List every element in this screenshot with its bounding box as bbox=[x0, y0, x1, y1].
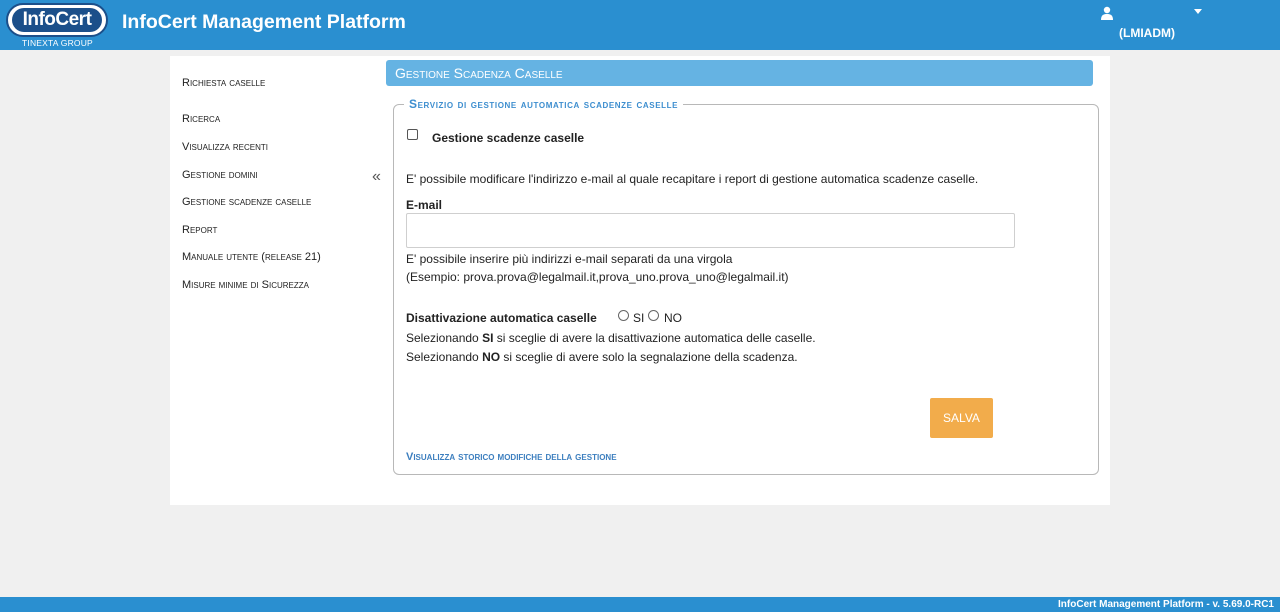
email-label: E-mail bbox=[406, 198, 443, 212]
sidebar-item-report[interactable]: Report bbox=[182, 224, 217, 236]
radio-no-label[interactable]: NO bbox=[664, 311, 682, 325]
gestione-scadenze-checkbox[interactable] bbox=[407, 129, 418, 140]
sidebar-item-misure-sicurezza[interactable]: Misure minime di Sicurezza bbox=[182, 279, 309, 291]
note-no: Selezionando NO si sceglie di avere solo… bbox=[406, 350, 798, 364]
page-title: Gestione Scadenza Caselle bbox=[386, 60, 1093, 86]
note-si: Selezionando SI si sceglie di avere la d… bbox=[406, 331, 816, 345]
content-card: Richiesta caselle Ricerca Visualizza rec… bbox=[170, 56, 1110, 505]
radio-no[interactable] bbox=[648, 310, 659, 321]
user-icon bbox=[1101, 6, 1113, 20]
email-input[interactable] bbox=[406, 213, 1015, 248]
section-legend: Servizio di gestione automatica scadenze… bbox=[404, 97, 684, 111]
logo-badge: InfoCert bbox=[6, 3, 108, 37]
footer-version: InfoCert Management Platform - v. 5.69.0… bbox=[1058, 599, 1274, 610]
logo-subtitle: TINEXTA GROUP bbox=[22, 38, 93, 48]
checkbox-label[interactable]: Gestione scadenze caselle bbox=[432, 131, 584, 145]
email-hint-example: (Esempio: prova.prova@legalmail.it,prova… bbox=[406, 270, 789, 284]
radio-si[interactable] bbox=[618, 310, 629, 321]
sidebar-item-gestione-domini[interactable]: Gestione domini bbox=[182, 169, 258, 181]
top-bar: InfoCert TINEXTA GROUP InfoCert Manageme… bbox=[0, 0, 1280, 50]
sidebar-item-visualizza-recenti[interactable]: Visualizza recenti bbox=[182, 141, 268, 153]
collapse-sidebar-icon[interactable]: « bbox=[372, 168, 381, 186]
caret-down-icon[interactable] bbox=[1194, 9, 1202, 14]
history-link[interactable]: Visualizza storico modifiche della gesti… bbox=[406, 451, 617, 463]
sidebar-item-ricerca[interactable]: Ricerca bbox=[182, 113, 220, 125]
sidebar-item-manuale-utente[interactable]: Manuale utente (release 21) bbox=[182, 251, 321, 263]
email-info-text: E' possibile modificare l'indirizzo e-ma… bbox=[406, 172, 979, 186]
expiry-settings-fieldset: Servizio di gestione automatica scadenze… bbox=[393, 97, 1099, 475]
footer-bar: InfoCert Management Platform - v. 5.69.0… bbox=[0, 597, 1280, 612]
disable-label: Disattivazione automatica caselle bbox=[406, 311, 597, 325]
radio-si-label[interactable]: SI bbox=[633, 311, 644, 325]
user-menu[interactable]: (LMIADM) bbox=[1100, 4, 1210, 44]
save-button[interactable]: SALVA bbox=[930, 398, 993, 438]
sidebar-item-richiesta-caselle[interactable]: Richiesta caselle bbox=[182, 77, 265, 89]
logo-text: InfoCert bbox=[22, 9, 92, 30]
infocert-logo[interactable]: InfoCert TINEXTA GROUP bbox=[4, 2, 110, 48]
sidebar-item-gestione-scadenze[interactable]: Gestione scadenze caselle bbox=[182, 196, 311, 208]
app-title: InfoCert Management Platform bbox=[122, 11, 406, 33]
email-hint-multiple: E' possibile inserire più indirizzi e-ma… bbox=[406, 252, 733, 266]
user-name: (LMIADM) bbox=[1119, 26, 1175, 40]
